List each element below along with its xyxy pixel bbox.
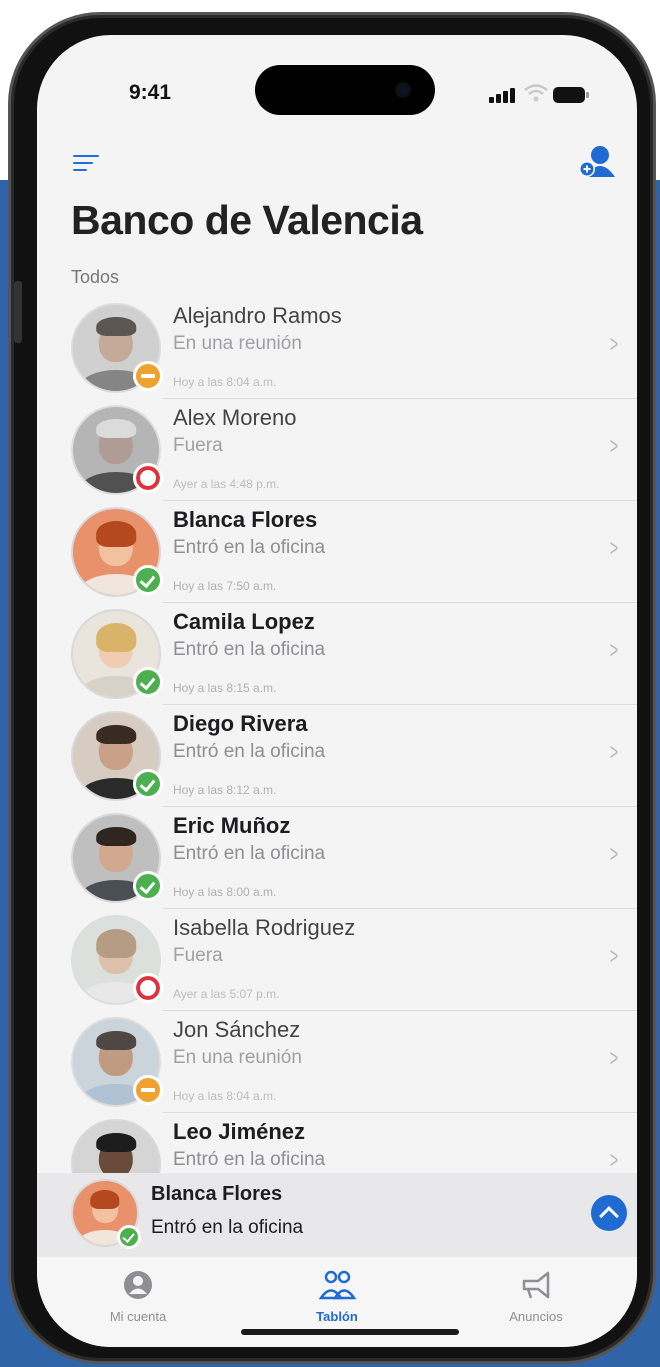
person-timestamp: Ayer a las 5:07 p.m. xyxy=(173,987,280,1001)
in-office-status-icon xyxy=(117,1225,141,1249)
tab-label: Anuncios xyxy=(509,1309,563,1324)
chevron-right-icon: > xyxy=(609,433,619,460)
list-item[interactable]: Blanca Flores Entró en la oficina Hoy a … xyxy=(37,501,637,603)
person-timestamp: Hoy a las 8:00 a.m. xyxy=(173,885,277,899)
list-item[interactable]: Isabella Rodriguez Fuera Ayer a las 5:07… xyxy=(37,909,637,1011)
person-status: Fuera xyxy=(173,435,223,456)
person-name: Eric Muñoz xyxy=(173,813,291,838)
side-button xyxy=(14,281,22,343)
status-bar: 9:41 xyxy=(37,35,637,145)
chevron-right-icon: > xyxy=(609,1045,619,1072)
chevron-right-icon: > xyxy=(609,739,619,766)
list-item[interactable]: Jon Sánchez En una reunión Hoy a las 8:0… xyxy=(37,1011,637,1113)
in-office-status-icon xyxy=(133,667,163,697)
tab-anuncios[interactable]: Anuncios xyxy=(461,1265,611,1324)
chevron-right-icon: > xyxy=(609,331,619,358)
out-status-icon xyxy=(133,463,163,493)
person-timestamp: Hoy a las 8:12 a.m. xyxy=(173,783,277,797)
meeting-status-icon xyxy=(133,361,163,391)
chevron-right-icon: > xyxy=(609,637,619,664)
person-status: Entró en la oficina xyxy=(173,741,326,762)
in-office-status-icon xyxy=(133,565,163,595)
person-name: Isabella Rodriguez xyxy=(173,915,356,940)
dynamic-island xyxy=(255,65,435,115)
camera-icon xyxy=(395,82,411,98)
person-name: Alex Moreno xyxy=(173,405,297,430)
person-name: Camila Lopez xyxy=(173,609,315,634)
home-indicator[interactable] xyxy=(241,1329,459,1335)
page-title: Banco de Valencia xyxy=(71,197,423,243)
phone-frame: 9:41 Banco de Valencia Todos Alejandro R… xyxy=(8,12,656,1364)
signal-icon xyxy=(489,87,519,103)
menu-icon[interactable] xyxy=(73,155,99,173)
tab-label: Mi cuenta xyxy=(109,1309,167,1324)
expand-up-icon[interactable] xyxy=(591,1195,627,1231)
person-name: Leo Jiménez xyxy=(173,1119,306,1144)
list-item[interactable]: Eric Muñoz Entró en la oficina Hoy a las… xyxy=(37,807,637,909)
account-icon xyxy=(118,1265,158,1305)
chevron-right-icon: > xyxy=(609,1147,619,1174)
person-status: Entró en la oficina xyxy=(173,537,326,558)
person-status: Entró en la oficina xyxy=(173,1149,326,1170)
person-timestamp: Hoy a las 7:50 a.m. xyxy=(173,579,277,593)
person-timestamp: Hoy a las 8:04 a.m. xyxy=(173,375,277,389)
list-item[interactable]: Alejandro Ramos En una reunión Hoy a las… xyxy=(37,297,637,399)
person-status: Entró en la oficina xyxy=(173,639,326,660)
tab-mi-cuenta[interactable]: Mi cuenta xyxy=(63,1265,213,1324)
current-user-status: Entró en la oficina xyxy=(151,1217,304,1238)
chevron-right-icon: > xyxy=(609,535,619,562)
in-office-status-icon xyxy=(133,871,163,901)
person-timestamp: Hoy a las 8:04 a.m. xyxy=(173,1089,277,1103)
list-item[interactable]: Diego Rivera Entró en la oficina Hoy a l… xyxy=(37,705,637,807)
out-status-icon xyxy=(133,973,163,1003)
person-status: En una reunión xyxy=(173,333,302,354)
meeting-status-icon xyxy=(133,1075,163,1105)
current-user-bar[interactable]: Blanca Flores Entró en la oficina xyxy=(37,1173,637,1257)
person-status: En una reunión xyxy=(173,1047,302,1068)
chevron-right-icon: > xyxy=(609,943,619,970)
person-status: Entró en la oficina xyxy=(173,843,326,864)
add-user-icon[interactable] xyxy=(577,141,617,181)
section-label: Todos xyxy=(71,267,120,287)
person-timestamp: Ayer a las 4:48 p.m. xyxy=(173,477,280,491)
person-timestamp: Hoy a las 8:15 a.m. xyxy=(173,681,277,695)
tab-tablon[interactable]: Tablón xyxy=(262,1265,412,1324)
tab-label: Tablón xyxy=(316,1309,358,1324)
megaphone-icon xyxy=(516,1265,556,1305)
list-item[interactable]: Camila Lopez Entró en la oficina Hoy a l… xyxy=(37,603,637,705)
person-status: Fuera xyxy=(173,945,223,966)
wifi-icon xyxy=(523,83,549,105)
list-item[interactable]: Alex Moreno Fuera Ayer a las 4:48 p.m. > xyxy=(37,399,637,501)
battery-icon xyxy=(553,87,589,103)
chevron-right-icon: > xyxy=(609,841,619,868)
in-office-status-icon xyxy=(133,769,163,799)
app-screen: 9:41 Banco de Valencia Todos Alejandro R… xyxy=(37,35,637,1347)
person-name: Diego Rivera xyxy=(173,711,308,736)
current-user-name: Blanca Flores xyxy=(151,1183,283,1205)
person-name: Alejandro Ramos xyxy=(173,303,342,328)
people-icon xyxy=(317,1265,357,1305)
person-name: Jon Sánchez xyxy=(173,1017,301,1042)
person-name: Blanca Flores xyxy=(173,507,318,532)
status-time: 9:41 xyxy=(129,81,172,104)
people-list: Alejandro Ramos En una reunión Hoy a las… xyxy=(37,297,637,1215)
